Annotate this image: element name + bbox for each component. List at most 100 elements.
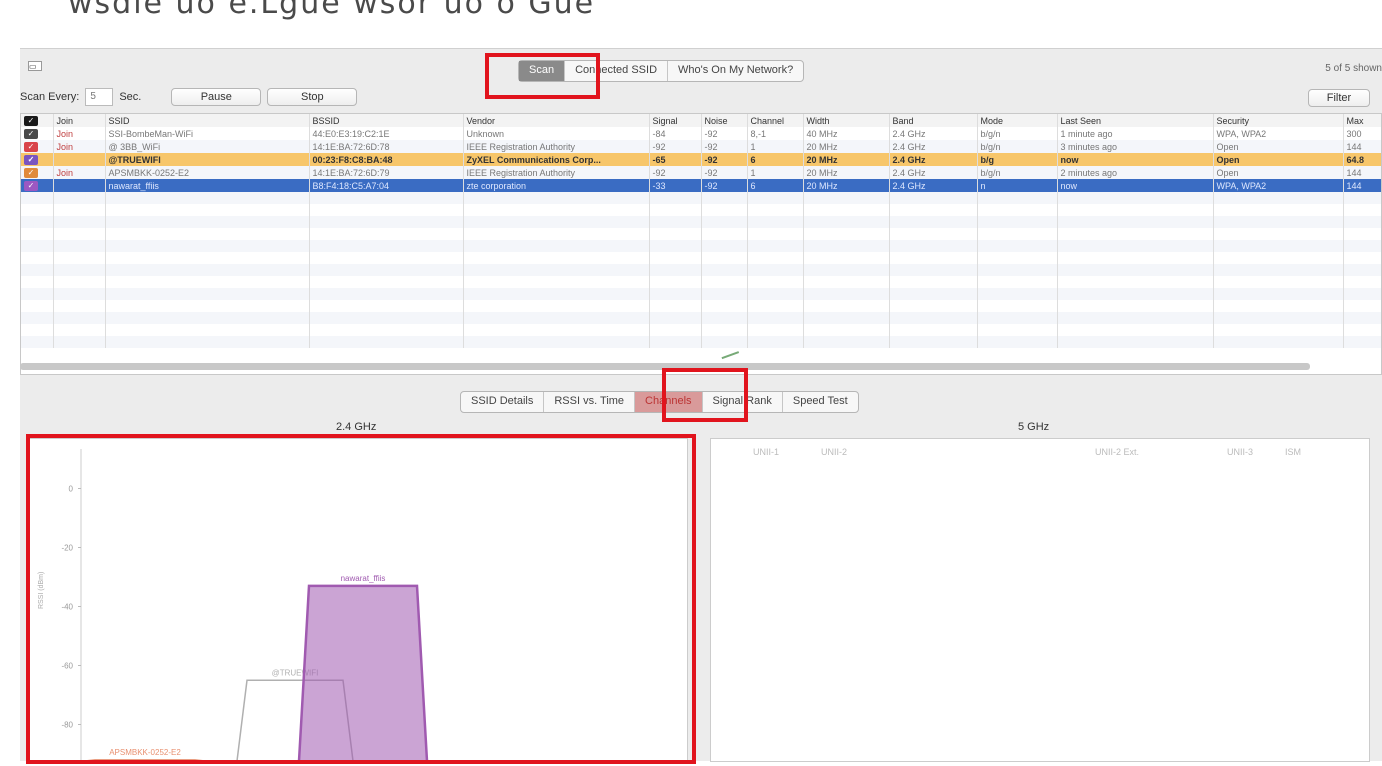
cell-join[interactable]: Join — [53, 166, 106, 179]
col-max[interactable]: Max — [1343, 114, 1381, 127]
col-channel[interactable]: Channel — [747, 114, 804, 127]
row-checkbox[interactable]: ✓ — [24, 181, 38, 191]
empty-row — [21, 336, 1381, 348]
cell-bssid: B8:F4:18:C5:A7:04 — [309, 179, 464, 192]
cell-last-seen: 3 minutes ago — [1057, 140, 1214, 153]
scan-controls: Scan Every: 5 Sec. Pause Stop — [20, 88, 358, 106]
row-checkbox[interactable]: ✓ — [24, 155, 38, 165]
cell-vendor: zte corporation — [463, 179, 650, 192]
row-checkbox-cell[interactable]: ✓ — [21, 127, 54, 140]
cell-join[interactable]: Join — [53, 127, 106, 140]
cell-bssid: 00:23:F8:C8:BA:48 — [309, 153, 464, 166]
sidebar-toggle-icon[interactable]: ▭ — [28, 61, 42, 71]
cell-noise: -92 — [701, 166, 748, 179]
tab-speed-test[interactable]: Speed Test — [783, 392, 858, 412]
tab-ssid-details[interactable]: SSID Details — [461, 392, 545, 412]
cell-join[interactable]: Join — [53, 140, 106, 153]
band-label-unii-3: UNII-3 — [1227, 447, 1254, 457]
empty-row — [21, 300, 1381, 312]
row-checkbox-cell[interactable]: ✓ — [21, 153, 54, 166]
scan-every-label: Scan Every: — [20, 91, 80, 103]
cell-band: 2.4 GHz — [889, 179, 978, 192]
cell-mode: b/g — [977, 153, 1058, 166]
title-overlay-text: wsdle uo e.Lgue wsor uo o Gue — [68, 0, 596, 21]
table-row[interactable]: ✓ Join APSMBKK-0252-E2 14:1E:BA:72:6D:79 IEE… — [21, 166, 1381, 179]
cell-signal: -33 — [649, 179, 702, 192]
cell-noise: -92 — [701, 153, 748, 166]
scan-interval-stepper[interactable]: 5 — [85, 88, 114, 106]
col-width[interactable]: Width — [803, 114, 890, 127]
stop-button[interactable]: Stop — [267, 88, 358, 106]
cell-mode: n — [977, 179, 1058, 192]
row-checkbox-cell[interactable]: ✓ — [21, 179, 54, 192]
col-band[interactable]: Band — [889, 114, 978, 127]
cell-noise: -92 — [701, 140, 748, 153]
empty-row — [21, 252, 1381, 264]
band-label-unii-1: UNII-1 — [753, 447, 780, 457]
cell-signal: -92 — [649, 140, 702, 153]
cell-bssid: 14:1E:BA:72:6D:78 — [309, 140, 464, 153]
cell-bssid: 44:E0:E3:19:C2:1E — [309, 127, 464, 140]
row-checkbox[interactable]: ✓ — [24, 168, 38, 178]
cell-channel: 1 — [747, 140, 804, 153]
cell-vendor: Unknown — [463, 127, 650, 140]
cell-join[interactable] — [53, 153, 106, 166]
empty-row — [21, 276, 1381, 288]
panel-title-5ghz: 5 GHz — [1018, 421, 1050, 433]
cell-security: Open — [1213, 153, 1344, 166]
row-checkbox-cell[interactable]: ✓ — [21, 166, 54, 179]
empty-row — [21, 192, 1381, 204]
band-label-ism: ISM — [1285, 447, 1302, 457]
select-all-checkbox[interactable]: ✓ — [24, 116, 38, 126]
cell-mode: b/g/n — [977, 166, 1058, 179]
cell-max: 144 — [1343, 140, 1381, 153]
shown-count: 5 of 5 shown — [1325, 63, 1382, 74]
row-checkbox-cell[interactable]: ✓ — [21, 140, 54, 153]
highlight-2-4ghz-chart — [26, 434, 696, 764]
table-row[interactable]: ✓ Join SSI-BombeMan-WiFi 44:E0:E3:19:C2:1E U… — [21, 127, 1381, 140]
filter-button[interactable]: Filter — [1308, 89, 1370, 107]
cell-max: 64.8 — [1343, 153, 1381, 166]
col-noise[interactable]: Noise — [701, 114, 748, 127]
cell-band: 2.4 GHz — [889, 127, 978, 140]
cell-signal: -92 — [649, 166, 702, 179]
row-checkbox[interactable]: ✓ — [24, 129, 38, 139]
col-vendor[interactable]: Vendor — [463, 114, 650, 127]
table-row[interactable]: ✓ nawarat_ffiis B8:F4:18:C5:A7:04 zte corpo… — [21, 179, 1381, 192]
col-bssid[interactable]: BSSID — [309, 114, 464, 127]
panel-title-2-4ghz: 2.4 GHz — [336, 421, 377, 433]
bottom-tab-bar: SSID Details RSSI vs. Time Channels Sign… — [460, 391, 859, 413]
cell-max: 144 — [1343, 179, 1381, 192]
empty-row — [21, 204, 1381, 216]
cell-width: 20 MHz — [803, 166, 890, 179]
empty-row — [21, 324, 1381, 336]
cell-band: 2.4 GHz — [889, 153, 978, 166]
row-checkbox[interactable]: ✓ — [24, 142, 38, 152]
empty-row — [21, 312, 1381, 324]
col-join[interactable]: Join — [53, 114, 106, 127]
col-check[interactable]: ✓ — [21, 114, 54, 127]
cell-last-seen: 2 minutes ago — [1057, 166, 1214, 179]
col-security[interactable]: Security — [1213, 114, 1344, 127]
cell-vendor: IEEE Registration Authority — [463, 140, 650, 153]
band-label-unii-2-ext: UNII-2 Ext. — [1095, 447, 1140, 457]
cell-last-seen: now — [1057, 179, 1214, 192]
cell-mode: b/g/n — [977, 127, 1058, 140]
cell-width: 20 MHz — [803, 140, 890, 153]
tab-whos-on-my-network[interactable]: Who's On My Network? — [668, 61, 803, 81]
col-signal[interactable]: Signal — [649, 114, 702, 127]
cell-ssid: nawarat_ffiis — [105, 179, 310, 192]
cell-band: 2.4 GHz — [889, 140, 978, 153]
cell-channel: 6 — [747, 153, 804, 166]
cell-channel: 8,-1 — [747, 127, 804, 140]
tab-rssi-vs-time[interactable]: RSSI vs. Time — [544, 392, 636, 412]
table-row[interactable]: ✓ @TRUEWIFI 00:23:F8:C8:BA:48 ZyXEL Communi… — [21, 153, 1381, 166]
cell-ssid: SSI-BombeMan-WiFi — [105, 127, 310, 140]
table-row[interactable]: ✓ Join @ 3BB_WiFi 14:1E:BA:72:6D:78 IEEE Reg… — [21, 140, 1381, 153]
empty-row — [21, 240, 1381, 252]
pause-button[interactable]: Pause — [171, 88, 262, 106]
col-last-seen[interactable]: Last Seen — [1057, 114, 1214, 127]
col-ssid[interactable]: SSID — [105, 114, 310, 127]
col-mode[interactable]: Mode — [977, 114, 1058, 127]
cell-join[interactable] — [53, 179, 106, 192]
